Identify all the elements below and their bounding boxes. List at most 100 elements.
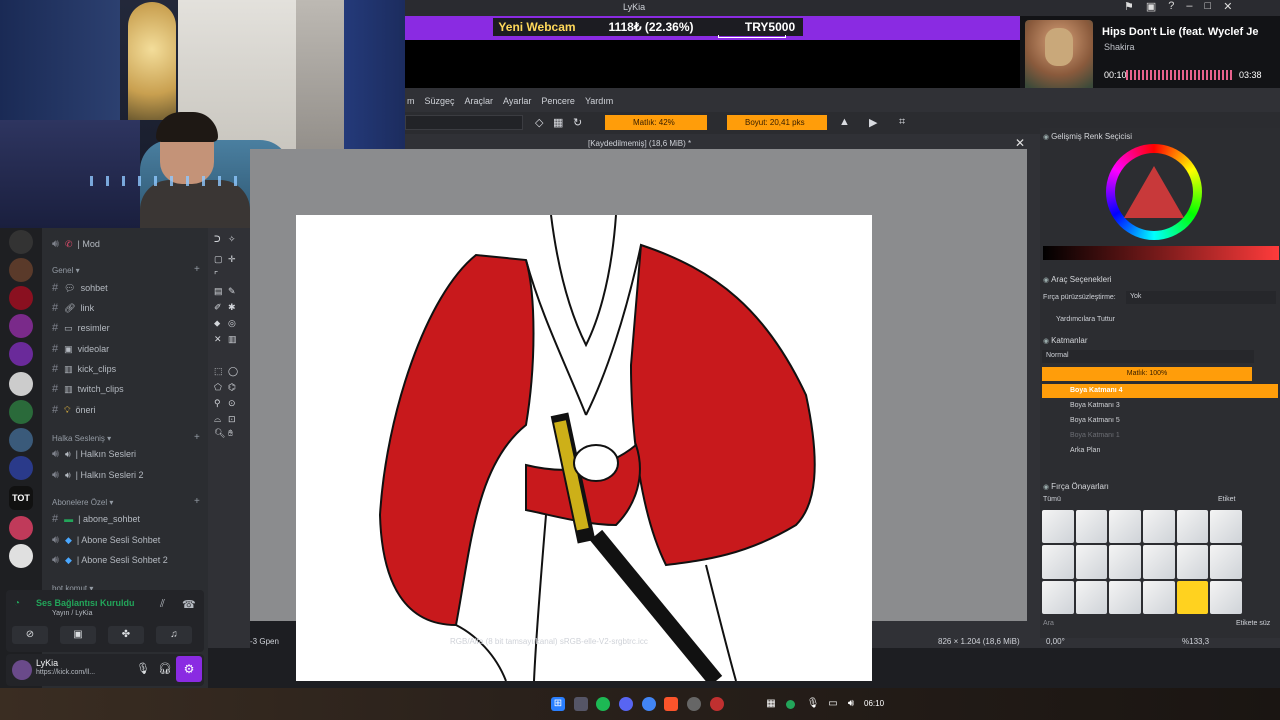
menu-settings[interactable]: Ayarlar: [503, 96, 531, 112]
layer-row[interactable]: Boya Katmanı 3: [1070, 399, 1120, 413]
server-icon[interactable]: [9, 342, 33, 366]
alpha-lock-icon[interactable]: ▦: [553, 116, 563, 129]
menu-filter[interactable]: Süzgeç: [425, 96, 455, 112]
server-icon[interactable]: [9, 456, 33, 480]
eraser-icon[interactable]: ◇: [535, 116, 543, 129]
measure-icon[interactable]: ✕: [214, 334, 222, 345]
brush-tag-button[interactable]: Etiket: [1218, 496, 1236, 503]
channel-videolar[interactable]: # ▣ videolar: [52, 341, 109, 357]
layer-row[interactable]: Boya Katmanı 4: [1070, 384, 1123, 398]
channel-kick-clips[interactable]: # ▥ kick_clips: [52, 361, 116, 377]
disconnect-icon[interactable]: ☎: [182, 598, 196, 611]
path-select-icon[interactable]: ⌬: [228, 382, 236, 393]
channel-twitch-clips[interactable]: # ▥ twitch_clips: [52, 381, 124, 397]
transform-icon[interactable]: ⌜: [214, 270, 218, 281]
size-slider[interactable]: Boyut: 20,41 pks: [727, 115, 827, 130]
channel-abone-sohbet[interactable]: # ▬ | abone_sohbet: [52, 511, 140, 527]
tray-volume-icon[interactable]: 🔊︎: [844, 697, 858, 711]
category-abone[interactable]: Abonelere Özel ▾: [52, 498, 113, 507]
server-icon[interactable]: [9, 258, 33, 282]
freehand-select-icon[interactable]: ᑐ: [214, 234, 221, 245]
layer-row[interactable]: Boya Katmanı 5: [1070, 414, 1120, 428]
chrome-icon[interactable]: [642, 697, 656, 711]
discord-icon[interactable]: [619, 697, 633, 711]
pin-icon[interactable]: ⚑: [1124, 0, 1134, 16]
assistant-icon[interactable]: ◎: [228, 318, 236, 329]
app-icon[interactable]: [710, 697, 724, 711]
tray-grid-icon[interactable]: ▦: [764, 697, 778, 711]
voice-halkin-sesleri-2[interactable]: 🔊︎ 🔊︎ | Halkın Sesleri 2: [52, 467, 143, 483]
tray-status-icon[interactable]: [786, 700, 795, 709]
app-icon[interactable]: [687, 697, 701, 711]
tray-display-icon[interactable]: ▭: [826, 697, 840, 711]
smoothing-select[interactable]: Yok: [1126, 291, 1276, 304]
layer-blend-select[interactable]: Normal: [1042, 350, 1254, 363]
server-icon[interactable]: [9, 400, 33, 424]
server-icon[interactable]: [9, 516, 33, 540]
menu-window[interactable]: Pencere: [541, 96, 575, 112]
headphones-icon[interactable]: 🎧︎: [158, 662, 172, 675]
brush-icon[interactable]: ✐: [214, 302, 222, 313]
zoom-status[interactable]: %133,3: [1182, 637, 1209, 646]
settings-gear-icon[interactable]: ⚙: [176, 656, 202, 682]
tag-filter-checkbox[interactable]: Etikete süz: [1236, 620, 1270, 627]
tray-mic-icon[interactable]: 🎙︎: [806, 697, 820, 711]
opacity-slider[interactable]: Matlık: 42%: [605, 115, 707, 130]
layer-opacity-slider[interactable]: Matlık: 100%: [1042, 367, 1252, 381]
reference-icon[interactable]: ▥: [228, 334, 237, 345]
server-icon[interactable]: [9, 372, 33, 396]
add-channel-icon[interactable]: +: [194, 496, 200, 507]
reload-icon[interactable]: ↻: [573, 116, 582, 129]
mirror-horizontal-icon[interactable]: ▶: [869, 116, 877, 129]
clock[interactable]: 06:10: [864, 699, 884, 708]
blend-mode-select[interactable]: [405, 115, 523, 130]
magnetic-select-icon[interactable]: ⚲: [214, 398, 221, 409]
voice-abone-sesli[interactable]: 🔊︎ ◆ | Abone Sesli Sohbet: [52, 532, 160, 548]
close-icon[interactable]: ✕: [1223, 0, 1232, 16]
channel-sohbet[interactable]: # 💬︎ sohbet: [52, 280, 108, 296]
channel-oneri[interactable]: # 💡︎ öneri: [52, 402, 95, 418]
channel-resimler[interactable]: # ▭ resimler: [52, 320, 110, 336]
multibrush-icon[interactable]: ✱: [228, 302, 236, 313]
mirror-vertical-icon[interactable]: ▲: [839, 116, 850, 128]
server-icon[interactable]: TOT: [9, 486, 33, 510]
fill-icon[interactable]: ⬥: [214, 318, 220, 329]
menu-item[interactable]: m: [407, 96, 415, 112]
freehand-path-icon[interactable]: ⊡: [228, 414, 236, 425]
menu-tools[interactable]: Araçlar: [465, 96, 494, 112]
bezier-select-icon[interactable]: ⌓: [214, 414, 221, 425]
app-icon[interactable]: [574, 697, 588, 711]
server-icon[interactable]: [9, 428, 33, 452]
pan-icon[interactable]: ✋︎: [228, 428, 233, 439]
crop-tool-icon[interactable]: ▢: [214, 254, 223, 265]
brush-filter-select[interactable]: Tümü: [1043, 496, 1203, 508]
camera-off-icon[interactable]: ⊘: [12, 626, 48, 644]
voice-status[interactable]: Ses Bağlantısı Kuruldu: [36, 598, 135, 608]
screen-share-icon[interactable]: ▣: [60, 626, 96, 644]
server-icon[interactable]: [9, 314, 33, 338]
polygon-select-icon[interactable]: ⬠: [214, 382, 222, 393]
contiguous-select-icon[interactable]: ✧: [228, 234, 236, 245]
brush-search[interactable]: Ara: [1043, 620, 1054, 627]
activities-icon[interactable]: ✤: [108, 626, 144, 644]
start-icon[interactable]: ⊞: [551, 697, 565, 711]
server-icon[interactable]: [9, 286, 33, 310]
avatar[interactable]: [12, 660, 32, 680]
channel-link[interactable]: # 🔗︎ link: [52, 300, 94, 316]
drawing-canvas[interactable]: [296, 215, 872, 681]
menu-help[interactable]: Yardım: [585, 96, 613, 112]
zoom-icon[interactable]: 🔍︎: [214, 428, 225, 439]
close-document-icon[interactable]: ✕: [1015, 136, 1025, 150]
rect-select-icon[interactable]: ⬚: [214, 366, 223, 377]
maximize-icon[interactable]: □: [1205, 0, 1212, 16]
document-tab[interactable]: [Kaydedilmemiş] (18,6 MiB) *: [588, 139, 691, 148]
add-channel-icon[interactable]: +: [194, 432, 200, 443]
noise-icon[interactable]: ⫽: [160, 598, 165, 611]
canvas-area[interactable]: [250, 149, 1027, 681]
microphone-icon[interactable]: 🎙︎: [136, 662, 150, 675]
category-genel[interactable]: Genel ▾: [52, 266, 80, 275]
color-history-bar[interactable]: [1043, 246, 1279, 260]
spotify-icon[interactable]: [596, 697, 610, 711]
voice-channel-name[interactable]: Yayın / LyKia: [52, 610, 92, 617]
add-channel-icon[interactable]: +: [194, 264, 200, 275]
